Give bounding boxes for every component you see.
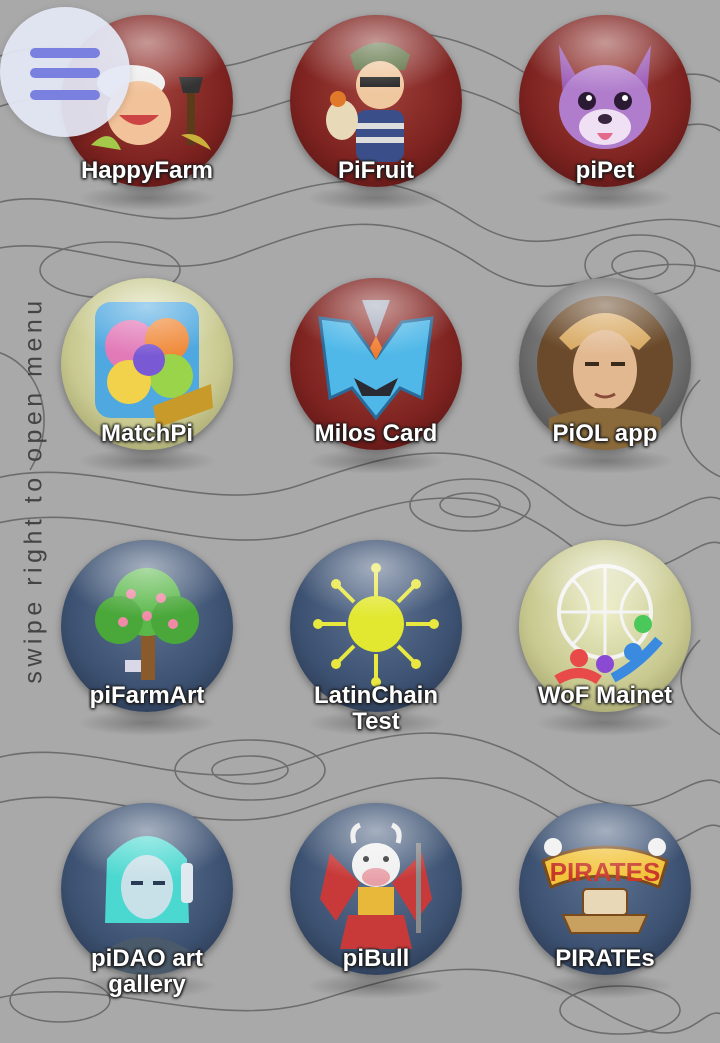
app-tile-wof-mainet[interactable]: WoF Mainet bbox=[519, 540, 691, 736]
app-tile-milos-card[interactable]: Milos Card bbox=[290, 278, 462, 474]
app-tile-pifruit[interactable]: PiFruit bbox=[290, 15, 462, 211]
app-tile-latinchain-test[interactable]: LatinChain Test bbox=[290, 540, 462, 736]
app-label: piFarmArt bbox=[89, 682, 205, 709]
app-label: piPet bbox=[575, 157, 635, 184]
app-tile-pifarmart[interactable]: piFarmArt bbox=[61, 540, 233, 736]
app-tile-piol-app[interactable]: PiOL app bbox=[519, 278, 691, 474]
svg-text:PIRATES: PIRATES bbox=[550, 857, 661, 887]
app-tile-matchpi[interactable]: MatchPi bbox=[61, 278, 233, 474]
app-label: PiFruit bbox=[338, 157, 414, 184]
menu-button[interactable] bbox=[0, 7, 130, 137]
app-tile-pibull[interactable]: piBull bbox=[290, 803, 462, 999]
app-tile-pidao-art-gallery[interactable]: piDAO art gallery bbox=[61, 803, 233, 999]
app-label: LatinChain Test bbox=[314, 682, 438, 735]
app-label: piBull bbox=[342, 945, 410, 972]
app-tile-pipet[interactable]: piPet bbox=[519, 15, 691, 211]
app-label: Milos Card bbox=[314, 420, 438, 447]
app-label: piDAO art gallery bbox=[90, 945, 203, 998]
app-label: PIRATEs bbox=[555, 945, 655, 972]
app-label: WoF Mainet bbox=[537, 682, 673, 709]
app-label: HappyFarm bbox=[80, 157, 214, 184]
app-label: MatchPi bbox=[100, 420, 193, 447]
app-label: PiOL app bbox=[552, 420, 658, 447]
swipe-hint: swipe right to open menu bbox=[19, 296, 48, 684]
app-tile-pirates[interactable]: PIRATES PIRATEs bbox=[519, 803, 691, 999]
